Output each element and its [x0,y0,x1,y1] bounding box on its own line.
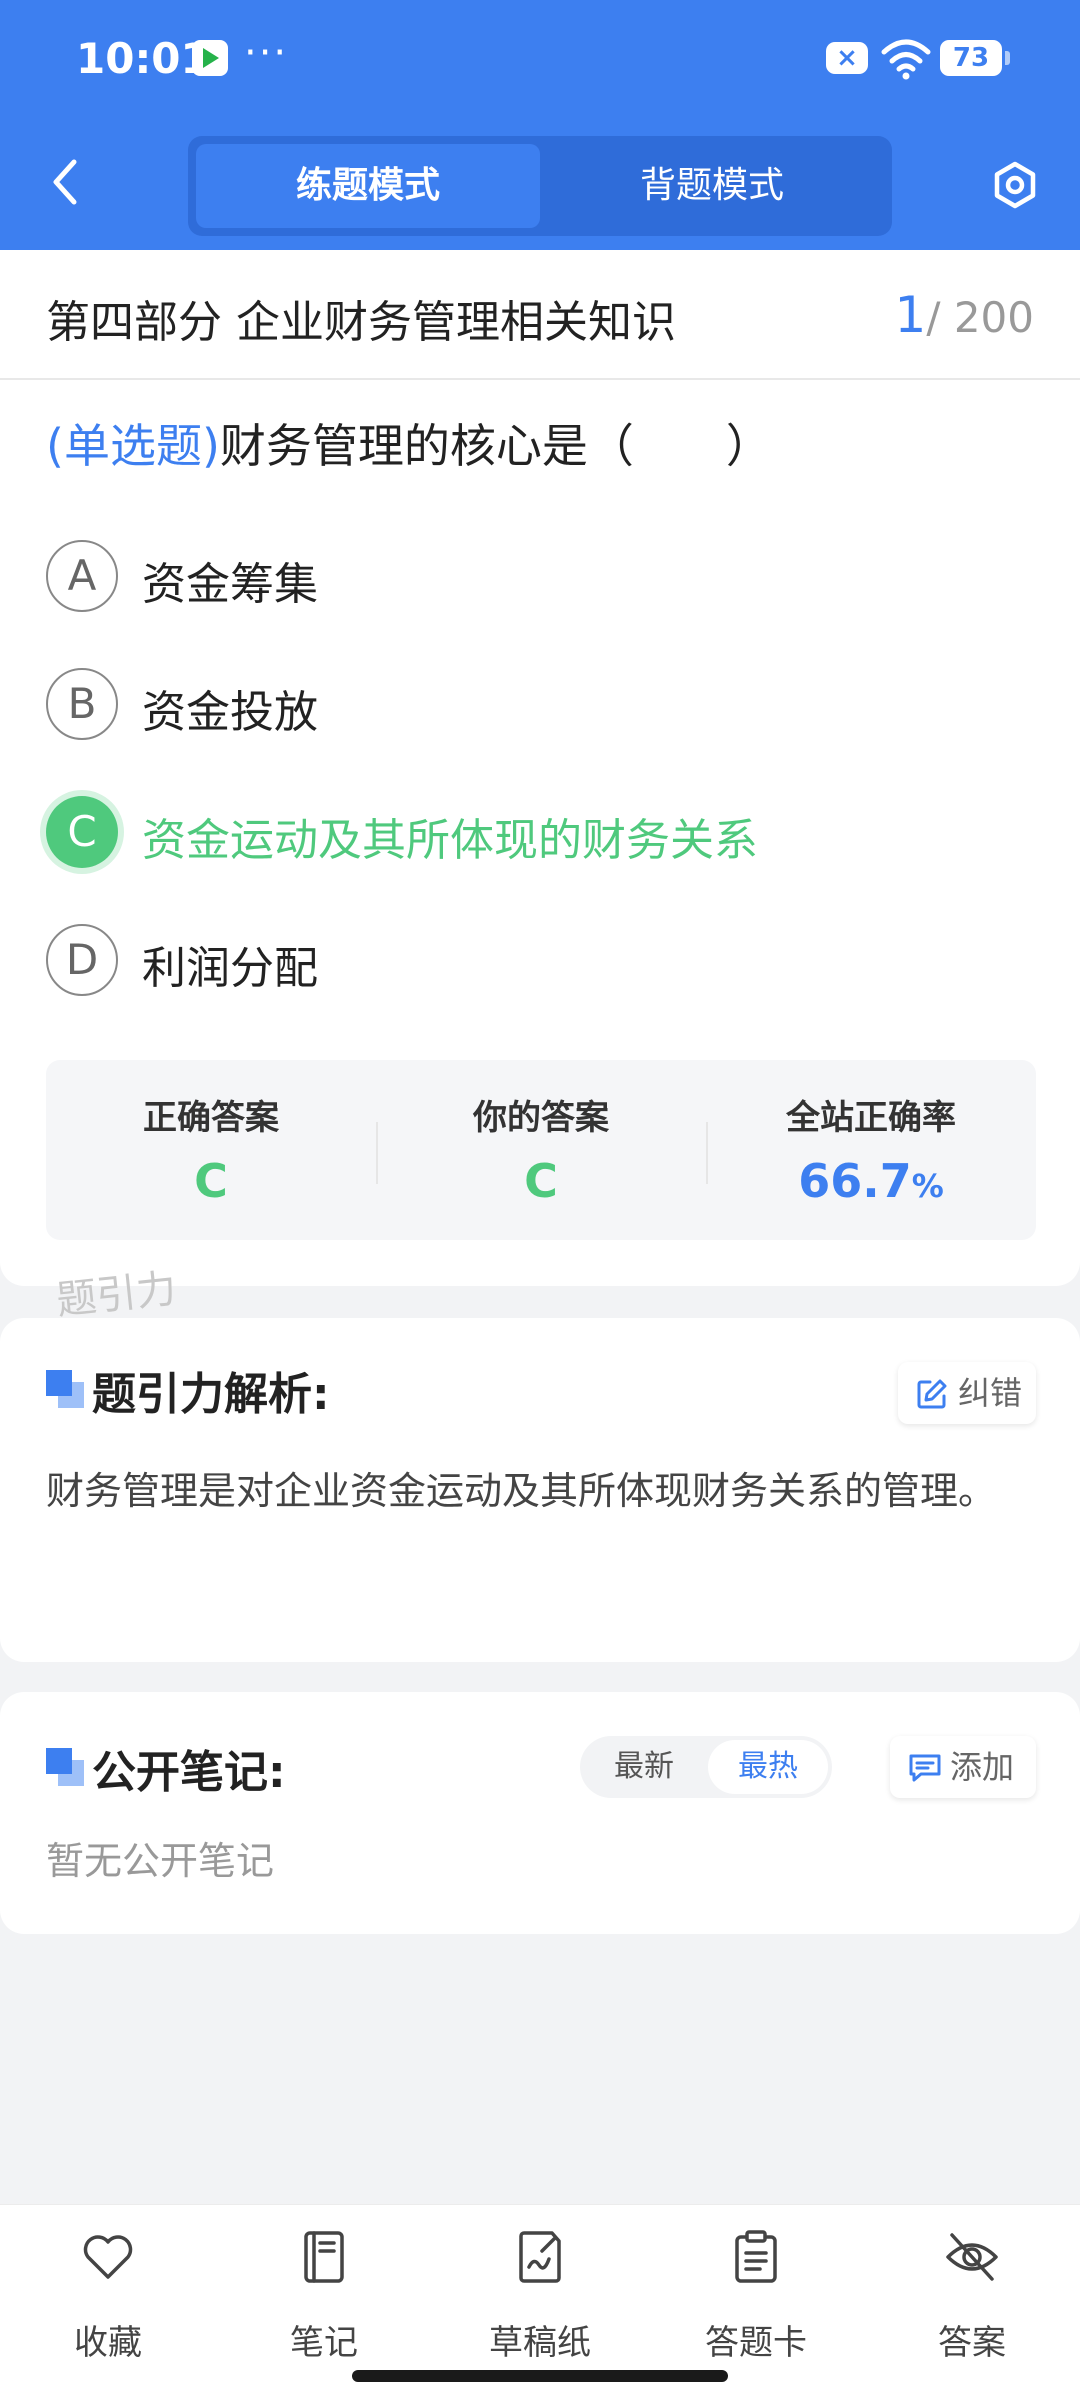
answer-sheet-label: 答题卡 [705,2323,807,2363]
answer-sheet-icon [735,2230,777,2283]
progress-total: / 200 [926,293,1034,342]
mode-switch: 练题模式 背题模式 [188,136,892,236]
question-text: 财务管理的核心是（ ） [219,419,772,473]
eye-off-icon [946,2233,998,2281]
answer-sheet-button[interactable]: 答题卡 [666,2229,846,2369]
notes-title: 公开笔记: [92,1747,286,1798]
notes-button[interactable]: 笔记 [234,2229,414,2369]
stat-site-accuracy: 全站正确率 66.7% [706,1060,1036,1240]
stat-label: 全站正确率 [786,1098,956,1138]
notification-x-icon: × [826,42,868,74]
stat-value: C [194,1154,228,1208]
sort-hottest[interactable]: 最热 [708,1740,828,1794]
option-letter: B [46,668,118,740]
report-error-label: 纠错 [958,1374,1023,1412]
show-answer-button[interactable]: 答案 [882,2229,1062,2369]
progress-current: 1 [894,286,927,344]
stat-label: 你的答案 [473,1098,609,1138]
tab-memorize-mode[interactable]: 背题模式 [540,144,884,228]
nav-bar: 练题模式 背题模式 [0,130,1080,250]
option-letter: A [46,540,118,612]
notes-label: 笔记 [290,2323,358,2363]
edit-icon [917,1379,947,1409]
status-time: 10:01 [76,34,210,83]
more-notifications-icon: ··· [244,30,289,76]
settings-icon[interactable] [990,160,1040,210]
favorite-button[interactable]: 收藏 [18,2229,198,2369]
question-card: 第四部分 企业财务管理相关知识 1/ 200 (单选题)财务管理的核心是（ ） … [0,250,1080,1286]
section-title: 第四部分 企业财务管理相关知识 [46,297,676,348]
option-text: 利润分配 [142,943,318,994]
stat-value: 66.7% [706,1154,1036,1208]
status-bar: 10:01 ··· × 73 [0,0,1080,120]
public-notes-card: 公开笔记: 最新 最热 添加 暂无公开笔记 [0,1692,1080,1934]
analysis-text: 财务管理是对企业资金运动及其所体现财务关系的管理。 [46,1469,997,1513]
home-indicator[interactable] [352,2370,728,2382]
option-text: 资金投放 [142,687,318,738]
draft-paper-button[interactable]: 草稿纸 [450,2229,630,2369]
watermark: 题引力 [54,1265,179,1325]
analysis-title: 题引力解析: [92,1369,330,1420]
option-c[interactable]: C 资金运动及其所体现的财务关系 [46,792,1036,872]
answer-stats: 正确答案 C 你的答案 C 全站正确率 66.7% [46,1060,1036,1240]
stat-value: C [524,1154,558,1208]
draft-paper-label: 草稿纸 [489,2323,591,2363]
add-note-button[interactable]: 添加 [890,1736,1036,1798]
notebook-icon [304,2231,344,2283]
add-note-label: 添加 [950,1748,1015,1786]
stat-label: 正确答案 [143,1098,279,1138]
show-answer-label: 答案 [938,2323,1006,2363]
question-stem: (单选题)财务管理的核心是（ ） [46,410,772,476]
option-letter: D [46,924,118,996]
app-notification-icon [192,40,228,76]
tab-practice-mode[interactable]: 练题模式 [196,144,540,228]
stat-your-answer: 你的答案 C [376,1060,706,1240]
back-icon[interactable] [40,152,90,212]
option-a[interactable]: A 资金筹集 [46,536,1036,616]
analysis-card: 题引力解析: 纠错 财务管理是对企业资金运动及其所体现财务关系的管理。 [0,1318,1080,1662]
section-block-icon [46,1370,84,1408]
option-text: 资金运动及其所体现的财务关系 [142,815,758,866]
option-letter: C [46,796,118,868]
notes-empty-text: 暂无公开笔记 [46,1839,275,1883]
question-type: (单选题) [46,419,220,473]
section-block-icon [46,1748,84,1786]
notes-sort-toggle: 最新 最热 [580,1736,832,1798]
heart-icon [83,2235,133,2279]
wifi-icon [881,39,931,80]
favorite-label: 收藏 [74,2323,142,2363]
app-header: 10:01 ··· × 73 练题模式 背题模式 [0,0,1080,250]
comment-icon [909,1754,941,1782]
sort-latest[interactable]: 最新 [584,1740,704,1794]
option-text: 资金筹集 [142,559,318,610]
question-progress: 1/ 200 [895,286,1034,344]
stat-correct-answer: 正确答案 C [46,1060,376,1240]
battery-indicator: 73 [940,40,1010,76]
option-b[interactable]: B 资金投放 [46,664,1036,744]
report-error-button[interactable]: 纠错 [898,1362,1036,1424]
rate-number: 66.7 [798,1154,912,1208]
option-d[interactable]: D 利润分配 [46,920,1036,1000]
section-header: 第四部分 企业财务管理相关知识 1/ 200 [0,250,1080,380]
draft-paper-icon [519,2231,561,2283]
rate-unit: % [911,1167,944,1205]
